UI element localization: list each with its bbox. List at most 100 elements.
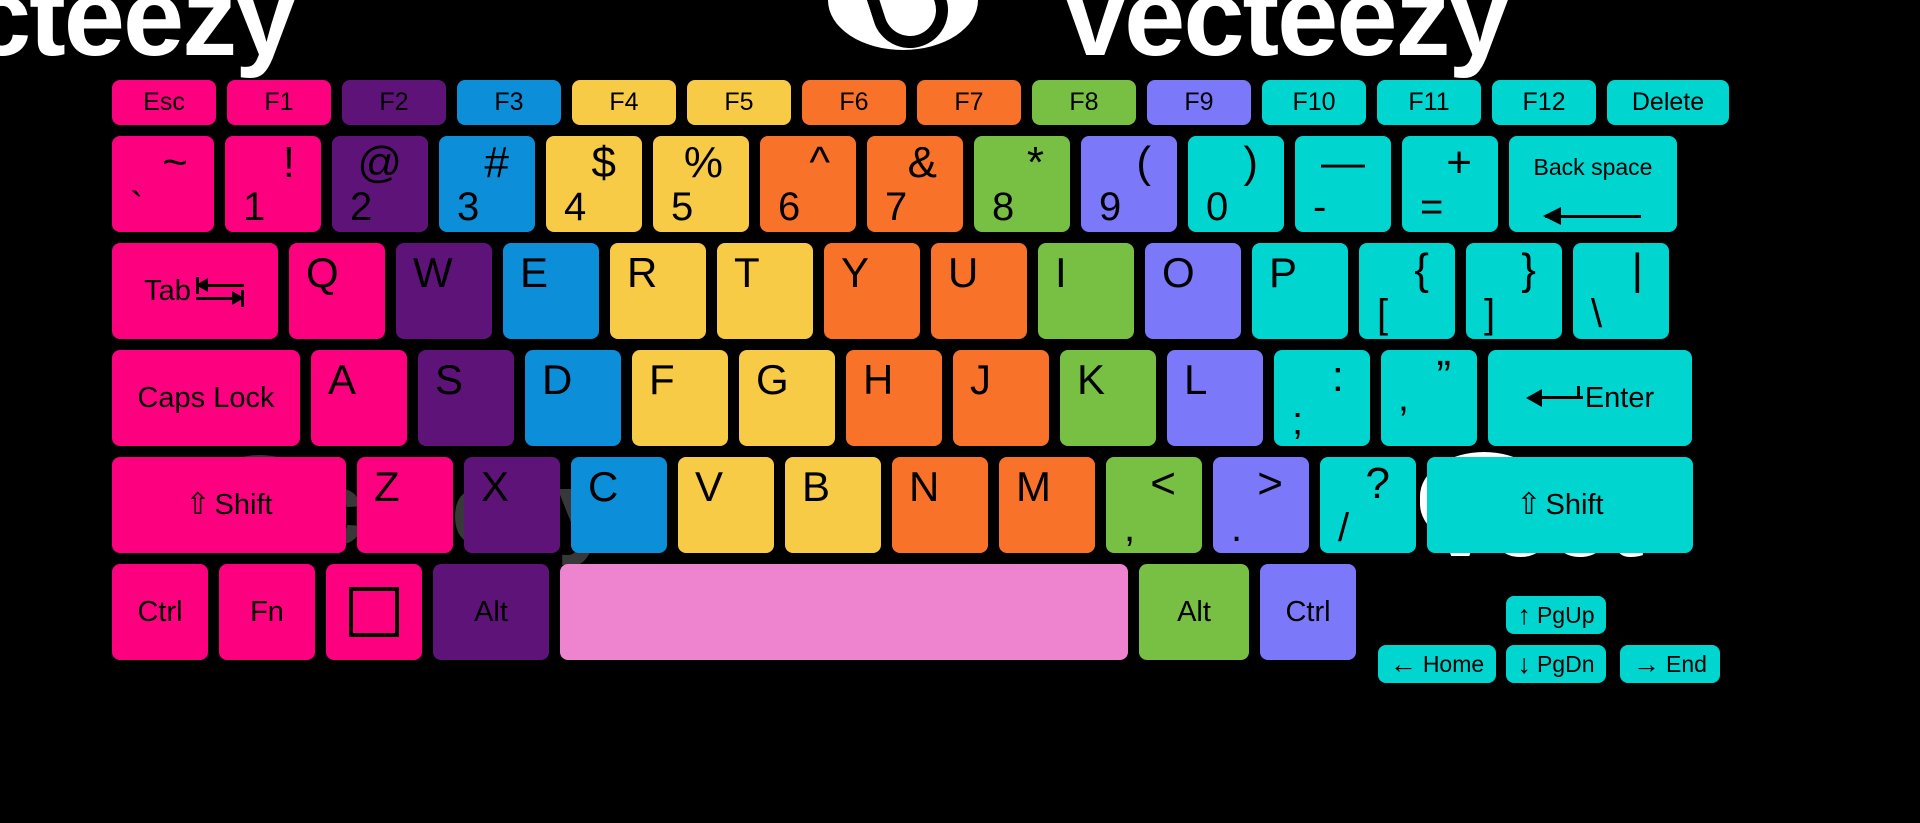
key-f11[interactable]: F11	[1377, 80, 1481, 125]
key-0[interactable]: ) 0	[1188, 136, 1284, 232]
nav-key-cluster: ↑ PgUp ↓ PgDn ← Home → End	[1360, 596, 1720, 716]
key-shift[interactable]: ⇧ Shift	[112, 457, 346, 553]
key-k[interactable]: K	[1060, 350, 1156, 446]
key-t[interactable]: T	[717, 243, 813, 339]
key-f8[interactable]: F8	[1032, 80, 1136, 125]
key-d[interactable]: D	[525, 350, 621, 446]
key-shift-label: ^	[809, 138, 830, 187]
key-z[interactable]: Z	[357, 457, 453, 553]
key-n[interactable]: N	[892, 457, 988, 553]
key-[interactable]: | \	[1573, 243, 1669, 339]
key-f9[interactable]: F9	[1147, 80, 1251, 125]
key-pgup[interactable]: ↑ PgUp	[1506, 596, 1606, 634]
key-[interactable]: >.	[1213, 457, 1309, 553]
key-[interactable]: ~ `	[112, 136, 214, 232]
arrow-left-icon: ←	[1389, 648, 1417, 679]
key-6[interactable]: ^ 6	[760, 136, 856, 232]
key-h[interactable]: H	[846, 350, 942, 446]
key-f12[interactable]: F12	[1492, 80, 1596, 125]
key-[interactable]: :;	[1274, 350, 1370, 446]
key-label: Ctrl	[1285, 595, 1331, 628]
key-label: Y	[841, 249, 870, 296]
key-f2[interactable]: F2	[342, 80, 446, 125]
key-8[interactable]: * 8	[974, 136, 1070, 232]
key-m[interactable]: M	[999, 457, 1095, 553]
key-enter[interactable]: Enter	[1488, 350, 1692, 446]
key-5[interactable]: % 5	[653, 136, 749, 232]
key-[interactable]: + =	[1402, 136, 1498, 232]
key-2[interactable]: @2	[332, 136, 428, 232]
key-[interactable]: {[	[1359, 243, 1455, 339]
key-base-label: -	[1313, 185, 1327, 229]
key-[interactable]: ? /	[1320, 457, 1416, 553]
key-f[interactable]: F	[632, 350, 728, 446]
key-s[interactable]: S	[418, 350, 514, 446]
key-shift-label: &	[907, 138, 937, 187]
key-base-label: 3	[457, 185, 480, 229]
key-label: H	[863, 356, 894, 403]
key-label: Caps Lock	[137, 381, 275, 414]
key-label: Q	[306, 249, 339, 296]
key-end[interactable]: → End	[1620, 645, 1720, 683]
key-label: W	[413, 249, 453, 296]
key-r[interactable]: R	[610, 243, 706, 339]
key-back-space[interactable]: Back space	[1509, 136, 1677, 232]
key-f3[interactable]: F3	[457, 80, 561, 125]
key-j[interactable]: J	[953, 350, 1049, 446]
key-b[interactable]: B	[785, 457, 881, 553]
key-shift[interactable]: ⇧ Shift	[1427, 457, 1693, 553]
key-[interactable]: }]	[1466, 243, 1562, 339]
key-i[interactable]: I	[1038, 243, 1134, 339]
key-a[interactable]: A	[311, 350, 407, 446]
key-f10[interactable]: F10	[1262, 80, 1366, 125]
key-ctrl[interactable]: Ctrl	[112, 564, 208, 660]
key-f1[interactable]: F1	[227, 80, 331, 125]
key-label: P	[1269, 249, 1298, 296]
key-v[interactable]: V	[678, 457, 774, 553]
key-base-label: =	[1420, 185, 1444, 229]
key-base-label: 1	[243, 185, 266, 229]
key-q[interactable]: Q	[289, 243, 385, 339]
key-c[interactable]: C	[571, 457, 667, 553]
key-delete[interactable]: Delete	[1607, 80, 1729, 125]
key-x[interactable]: X	[464, 457, 560, 553]
key-f7[interactable]: F7	[917, 80, 1021, 125]
key-g[interactable]: G	[739, 350, 835, 446]
key-alt[interactable]: Alt	[433, 564, 549, 660]
key-caps-lock[interactable]: Caps Lock	[112, 350, 300, 446]
key-f5[interactable]: F5	[687, 80, 791, 125]
key-f6[interactable]: F6	[802, 80, 906, 125]
key-alt[interactable]: Alt	[1139, 564, 1249, 660]
key-label: E	[520, 249, 549, 296]
key-pgdn[interactable]: ↓ PgDn	[1506, 645, 1606, 683]
key-w[interactable]: W	[396, 243, 492, 339]
key-shift-label: ~	[162, 138, 188, 187]
key-spacebar[interactable]	[560, 564, 1128, 660]
key-f4[interactable]: F4	[572, 80, 676, 125]
key-fn[interactable]: Fn	[219, 564, 315, 660]
key-esc[interactable]: Esc	[112, 80, 216, 125]
key-3[interactable]: #3	[439, 136, 535, 232]
tab-arrows-icon	[194, 275, 246, 307]
enter-arrow-icon	[1525, 385, 1583, 411]
key-7[interactable]: & 7	[867, 136, 963, 232]
key-shift-label: :	[1331, 352, 1344, 401]
key-shift-label: +	[1446, 138, 1472, 187]
key-9[interactable]: (9	[1081, 136, 1177, 232]
key-ctrl[interactable]: Ctrl	[1260, 564, 1356, 660]
key-o[interactable]: O	[1145, 243, 1241, 339]
key-l[interactable]: L	[1167, 350, 1263, 446]
key-[interactable]: ”’	[1381, 350, 1477, 446]
key-[interactable]: <,	[1106, 457, 1202, 553]
key-p[interactable]: P	[1252, 243, 1348, 339]
key-tab[interactable]: Tab	[112, 243, 278, 339]
key-windows-square-icon[interactable]	[326, 564, 422, 660]
key-[interactable]: — -	[1295, 136, 1391, 232]
key-y[interactable]: Y	[824, 243, 920, 339]
key-e[interactable]: E	[503, 243, 599, 339]
key-shift-label: *	[1026, 138, 1044, 187]
key-home[interactable]: ← Home	[1378, 645, 1496, 683]
key-u[interactable]: U	[931, 243, 1027, 339]
key-4[interactable]: $4	[546, 136, 642, 232]
key-1[interactable]: ! 1	[225, 136, 321, 232]
